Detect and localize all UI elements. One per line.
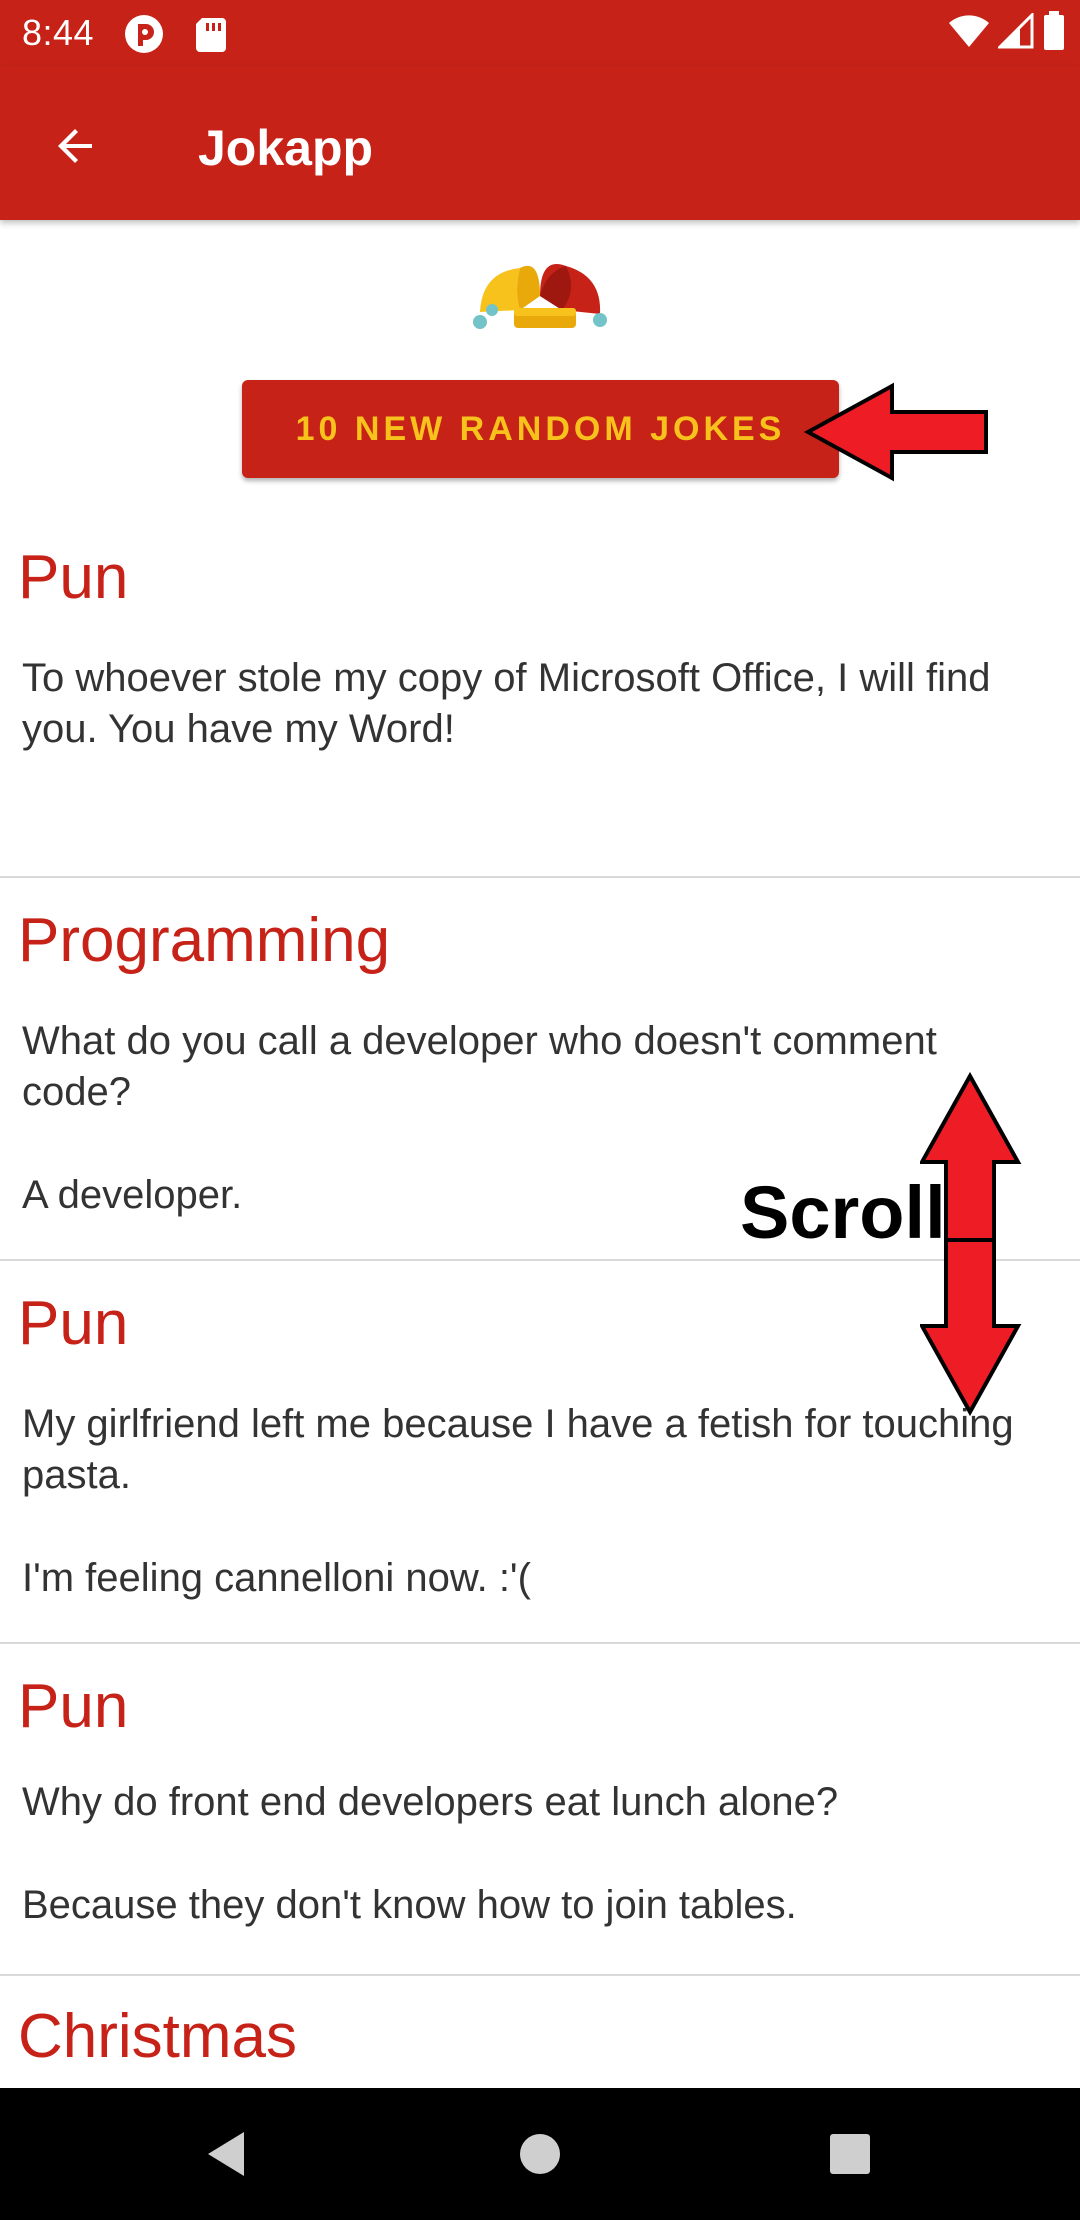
system-nav-bar bbox=[0, 2088, 1080, 2220]
home-circle-icon[interactable] bbox=[510, 2124, 570, 2184]
app-bar: Jokapp bbox=[0, 66, 1080, 220]
joke-category: Pun bbox=[18, 1289, 129, 1358]
scroll-annotation-label: Scroll bbox=[740, 1171, 946, 1254]
new-random-jokes-button[interactable]: 10 NEW RANDOM JOKES bbox=[242, 380, 839, 478]
recents-square-icon[interactable] bbox=[820, 2124, 880, 2184]
wifi-icon bbox=[948, 13, 990, 54]
status-bar: 8:44 bbox=[0, 0, 1080, 66]
sd-card-icon bbox=[190, 14, 230, 54]
joke-line: To whoever stole my copy of Microsoft Of… bbox=[22, 656, 991, 751]
joke-category: Christmas bbox=[18, 2002, 298, 2071]
joke-line: I'm feeling cannelloni now. :'( bbox=[22, 1556, 531, 1600]
joke-line: Why do front end developers eat lunch al… bbox=[22, 1780, 839, 1824]
back-triangle-icon[interactable] bbox=[196, 2124, 256, 2184]
joke-card: Pun My girlfriend left me because I have… bbox=[0, 1261, 1080, 1644]
back-button[interactable] bbox=[38, 110, 114, 186]
jester-hat-logo bbox=[470, 252, 610, 348]
joke-category: Pun bbox=[18, 1672, 129, 1741]
joke-card: Pun To whoever stole my copy of Microsof… bbox=[0, 515, 1080, 878]
battery-icon bbox=[1042, 10, 1066, 56]
joke-line: My girlfriend left me because I have a f… bbox=[22, 1402, 1014, 1497]
joke-category: Programming bbox=[18, 906, 391, 975]
joke-text: To whoever stole my copy of Microsoft Of… bbox=[22, 653, 1042, 755]
annotation-arrow-left-icon bbox=[803, 382, 988, 482]
joke-card: Pun Why do front end developers eat lunc… bbox=[0, 1644, 1080, 1976]
joke-list-screen[interactable]: 10 NEW RANDOM JOKES Pun To whoever stole… bbox=[0, 220, 1080, 2088]
joke-category: Pun bbox=[18, 543, 129, 612]
status-time: 8:44 bbox=[22, 12, 95, 53]
joke-line: What do you call a developer who doesn't… bbox=[22, 1019, 937, 1114]
joke-card: Christmas bbox=[0, 1976, 1080, 2088]
joke-line: Because they don't know how to join tabl… bbox=[22, 1883, 797, 1927]
arrow-back-icon bbox=[52, 122, 100, 175]
app-title: Jokapp bbox=[198, 120, 374, 176]
notification-icon bbox=[124, 14, 164, 54]
joke-text: Why do front end developers eat lunch al… bbox=[22, 1777, 1042, 1931]
joke-text: My girlfriend left me because I have a f… bbox=[22, 1399, 1042, 1604]
signal-icon bbox=[996, 10, 1034, 54]
